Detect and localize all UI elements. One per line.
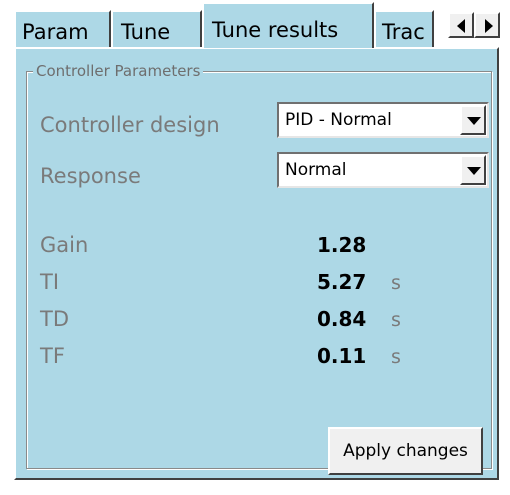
tab-scroll-left-button[interactable] xyxy=(448,12,474,38)
chevron-down-icon xyxy=(467,167,481,175)
controller-design-label: Controller design xyxy=(40,113,220,137)
tab-param-label: Param xyxy=(22,20,89,44)
response-select[interactable]: Normal xyxy=(277,152,489,188)
ti-value: 5.27 xyxy=(317,270,367,294)
response-label: Response xyxy=(40,164,141,188)
arrow-left-icon xyxy=(457,19,465,33)
td-label: TD xyxy=(40,307,69,331)
controller-design-select[interactable]: PID - Normal xyxy=(277,102,489,138)
group-title: Controller Parameters xyxy=(33,61,204,81)
controller-parameters-group: Controller Parameters Controller design … xyxy=(26,61,492,469)
response-dropdown-button[interactable] xyxy=(460,155,486,185)
tab-param[interactable]: Param xyxy=(14,10,111,48)
tf-value: 0.11 xyxy=(317,344,367,368)
tab-tracking-label: Trac xyxy=(382,20,425,44)
tab-tune[interactable]: Tune xyxy=(111,10,202,48)
tf-unit: s xyxy=(391,346,401,368)
ti-label: TI xyxy=(40,270,60,294)
tab-tracking[interactable]: Trac xyxy=(374,10,434,48)
tab-tune-results-label: Tune results xyxy=(212,18,339,42)
tab-scroll-right-button[interactable] xyxy=(474,12,500,38)
tab-tune-results[interactable]: Tune results xyxy=(202,2,374,48)
td-unit: s xyxy=(391,309,401,331)
ti-unit: s xyxy=(391,272,401,294)
apply-changes-button[interactable]: Apply changes xyxy=(328,427,483,475)
tab-tune-label: Tune xyxy=(121,20,171,44)
gain-label: Gain xyxy=(40,233,89,257)
tune-results-panel: Controller Parameters Controller design … xyxy=(14,47,499,480)
tf-label: TF xyxy=(40,344,65,368)
chevron-down-icon xyxy=(467,117,481,125)
controller-design-value: PID - Normal xyxy=(285,110,392,130)
td-value: 0.84 xyxy=(317,307,367,331)
arrow-right-icon xyxy=(485,19,493,33)
response-value: Normal xyxy=(285,160,347,180)
gain-value: 1.28 xyxy=(317,233,367,257)
controller-design-dropdown-button[interactable] xyxy=(460,105,486,135)
